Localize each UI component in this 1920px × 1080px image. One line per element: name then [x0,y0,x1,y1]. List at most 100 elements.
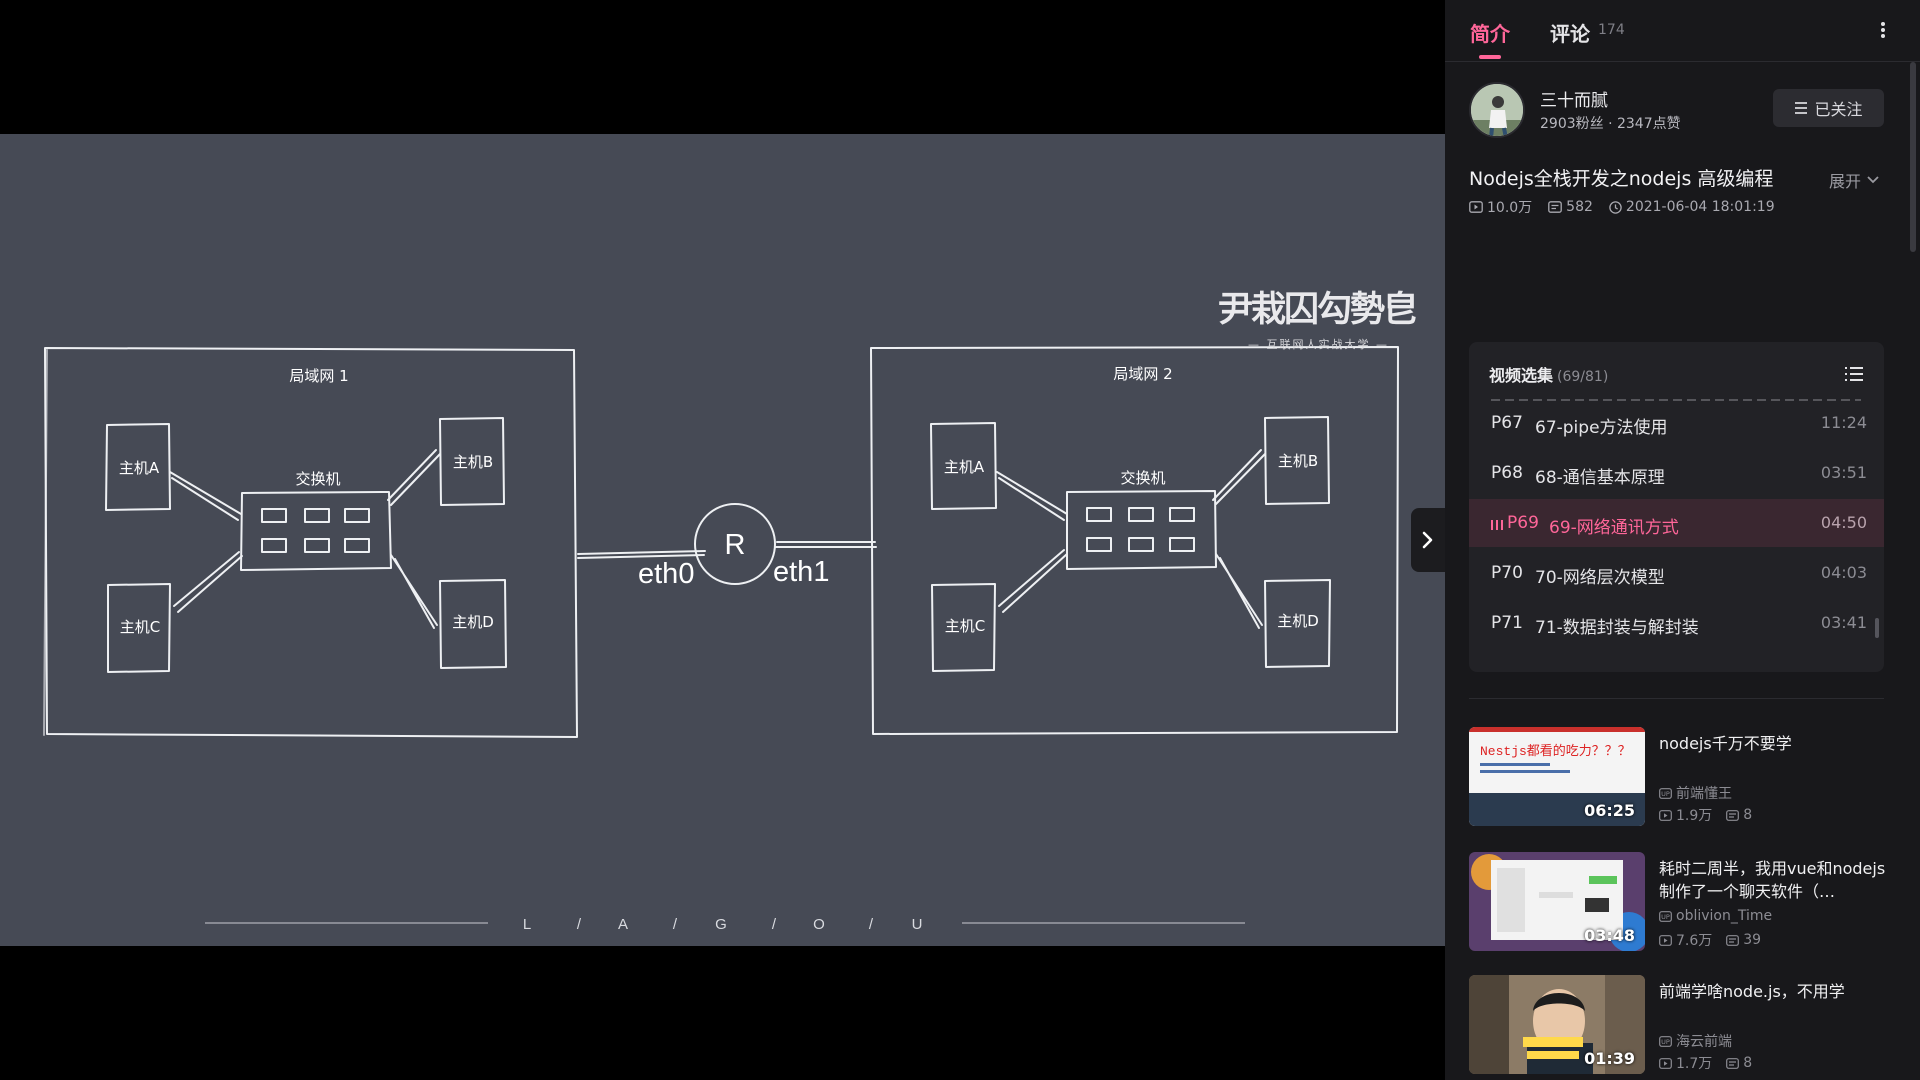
views-count: 7.6万 [1676,933,1713,949]
date-meta: 2021-06-04 18:01:19 [1609,199,1775,215]
episode-item-current[interactable]: P69 69-网络通讯方式 04:50 [1469,499,1884,547]
lan1-switch-box [240,491,392,571]
episode-list-title: 视频选集 [1489,366,1554,385]
episode-title: 69-网络通讯方式 [1549,518,1679,538]
lan2-switch-box [1066,490,1217,570]
lan2-switch-label: 交换机 [1120,469,1165,487]
follow-button[interactable]: 已关注 [1773,89,1884,127]
episode-number: P68 [1491,463,1523,483]
play-count-icon [1659,809,1672,821]
recommended-stats: 1.7万 8 [1659,1053,1752,1073]
svg-text:UP: UP [1661,913,1670,921]
publish-date: 2021-06-04 18:01:19 [1625,199,1775,215]
collapse-panel-button[interactable] [1411,508,1445,572]
tab-comments[interactable]: 评论 [1550,18,1590,47]
recommended-uploader[interactable]: UP oblivion_Time [1659,908,1772,924]
play-count-icon [1469,201,1483,213]
panel-tabs: 简介 评论 174 [1445,0,1920,62]
recommended-video[interactable]: 03:48 耗时二周半，我用vue和nodejs制作了一个聊天软件（… UP obli… [1469,852,1899,952]
lagou-letter: A [618,916,630,933]
expand-button[interactable]: 展开 [1829,168,1879,192]
more-vertical-icon[interactable] [1875,16,1891,44]
video-duration: 03:48 [1584,926,1635,945]
views-count: 1.9万 [1676,808,1713,824]
follow-label: 已关注 [1814,100,1863,119]
episode-item[interactable]: P70 70-网络层次模型 04:03 [1469,549,1884,597]
eth0-label: eth0 [638,558,694,590]
recommended-title[interactable]: 耗时二周半，我用vue和nodejs制作了一个聊天软件（… [1659,857,1889,903]
video-thumbnail[interactable]: 03:48 [1469,852,1645,951]
lan1-box [44,347,578,738]
uploader-avatar[interactable] [1469,82,1525,138]
episode-number: P70 [1491,563,1523,583]
network-diagram: 局域网 1 主机A 主机B 主机C 主机D 交换机 R eth0 eth1 局域… [43,346,1399,933]
play-count-icon [1659,1057,1672,1069]
danmaku-meta: 582 [1548,199,1593,215]
lan1-switch-label: 交换机 [295,470,340,488]
episode-number: P69 [1507,513,1539,533]
lan1-host-d-label: 主机D [452,613,494,631]
list-view-icon[interactable] [1843,364,1865,384]
episode-item[interactable]: P71 71-数据封装与解封装 03:41 [1469,599,1884,647]
episode-list-header: 视频选集 (69/81) [1489,362,1608,386]
chevron-right-icon [1422,531,1433,549]
link-router-lan2 [774,541,877,548]
video-player[interactable]: 局域网 1 主机A 主机B 主机C 主机D 交换机 R eth0 eth1 局域… [0,0,1445,1080]
recommended-uploader[interactable]: UP 前端懂王 [1659,783,1732,803]
lagou-brand-strip: L / A / G / O / U [523,916,923,933]
recommended-video[interactable]: Nestjs都看的吃力？？？ 06:25 nodejs千万不要学 UP 前端懂王 1.9万… [1469,727,1899,827]
video-thumbnail[interactable]: 01:39 [1469,975,1645,1074]
episode-duration: 03:51 [1820,463,1867,482]
tab-active-indicator [1479,55,1501,59]
recommended-title[interactable]: nodejs千万不要学 [1659,732,1889,755]
clock-icon [1609,200,1622,214]
expand-label: 展开 [1829,172,1862,191]
play-count-icon [1659,934,1672,946]
lagou-separator: / [577,916,583,933]
watermark-logo: 尹栽囚勾勢皀 — 互联网人实战大学 — [1218,290,1418,352]
uploader-name: 前端懂王 [1676,786,1732,802]
episode-number: P71 [1491,613,1523,633]
episode-list-panel: 视频选集 (69/81) P67 67-pipe方法使用 11:24 P68 68-通信基… [1469,342,1884,672]
now-playing-icon [1491,520,1503,530]
video-meta: 10.0万 582 2021-06-04 18:01:19 [1469,197,1791,217]
up-badge-icon: UP [1659,787,1672,799]
episode-title: 68-通信基本原理 [1535,468,1665,488]
video-thumbnail[interactable]: Nestjs都看的吃力？？？ 06:25 [1469,727,1645,826]
uploader-name: oblivion_Time [1676,908,1773,924]
episode-list-scrollbar[interactable] [1875,618,1879,638]
svg-text:UP: UP [1661,1038,1670,1046]
uploader-name: 海云前端 [1676,1034,1732,1050]
uploader-name[interactable]: 三十而腻 [1540,86,1608,111]
episode-duration: 04:50 [1820,513,1867,532]
lagou-separator: / [673,916,679,933]
link-lan1-router [577,550,706,559]
episode-item[interactable]: P68 68-通信基本原理 03:51 [1469,449,1884,497]
panel-scrollbar[interactable] [1910,62,1916,252]
episode-duration: 11:24 [1820,413,1867,432]
svg-text:UP: UP [1661,790,1670,798]
episode-item[interactable]: P67 67-pipe方法使用 11:24 [1469,399,1884,447]
recommended-uploader[interactable]: UP 海云前端 [1659,1031,1732,1051]
side-panel: 简介 评论 174 三十而腻 2903粉丝 · 2347点赞 已关注 Nodej… [1445,0,1920,1080]
danmaku-count: 8 [1743,807,1753,823]
episode-title: 70-网络层次模型 [1535,568,1665,588]
episode-title: 67-pipe方法使用 [1535,418,1668,438]
views-count: 10.0万 [1487,200,1533,216]
video-frame[interactable]: 局域网 1 主机A 主机B 主机C 主机D 交换机 R eth0 eth1 局域… [0,134,1445,946]
tab-intro[interactable]: 简介 [1470,18,1510,47]
recommended-title[interactable]: 前端学啥node.js，不用学 [1659,980,1889,1003]
app: 局域网 1 主机A 主机B 主机C 主机D 交换机 R eth0 eth1 局域… [0,0,1920,1080]
episode-title: 71-数据封装与解封装 [1535,618,1699,638]
lagou-letter: O [813,916,827,933]
eth1-label: eth1 [773,556,829,588]
views-meta: 10.0万 [1469,197,1532,217]
episode-list[interactable]: P67 67-pipe方法使用 11:24 P68 68-通信基本原理 03:51 P69 6… [1469,399,1884,672]
views-count: 1.7万 [1676,1056,1713,1072]
router-label: R [725,529,746,561]
lan1-switch-ports [261,508,370,553]
lagou-letter: G [715,916,729,933]
recommended-video[interactable]: 01:39 前端学啥node.js，不用学 UP 海云前端 1.7万 8 [1469,975,1899,1075]
lan2-host-c-label: 主机C [945,617,985,635]
danmaku-count: 582 [1566,199,1593,215]
